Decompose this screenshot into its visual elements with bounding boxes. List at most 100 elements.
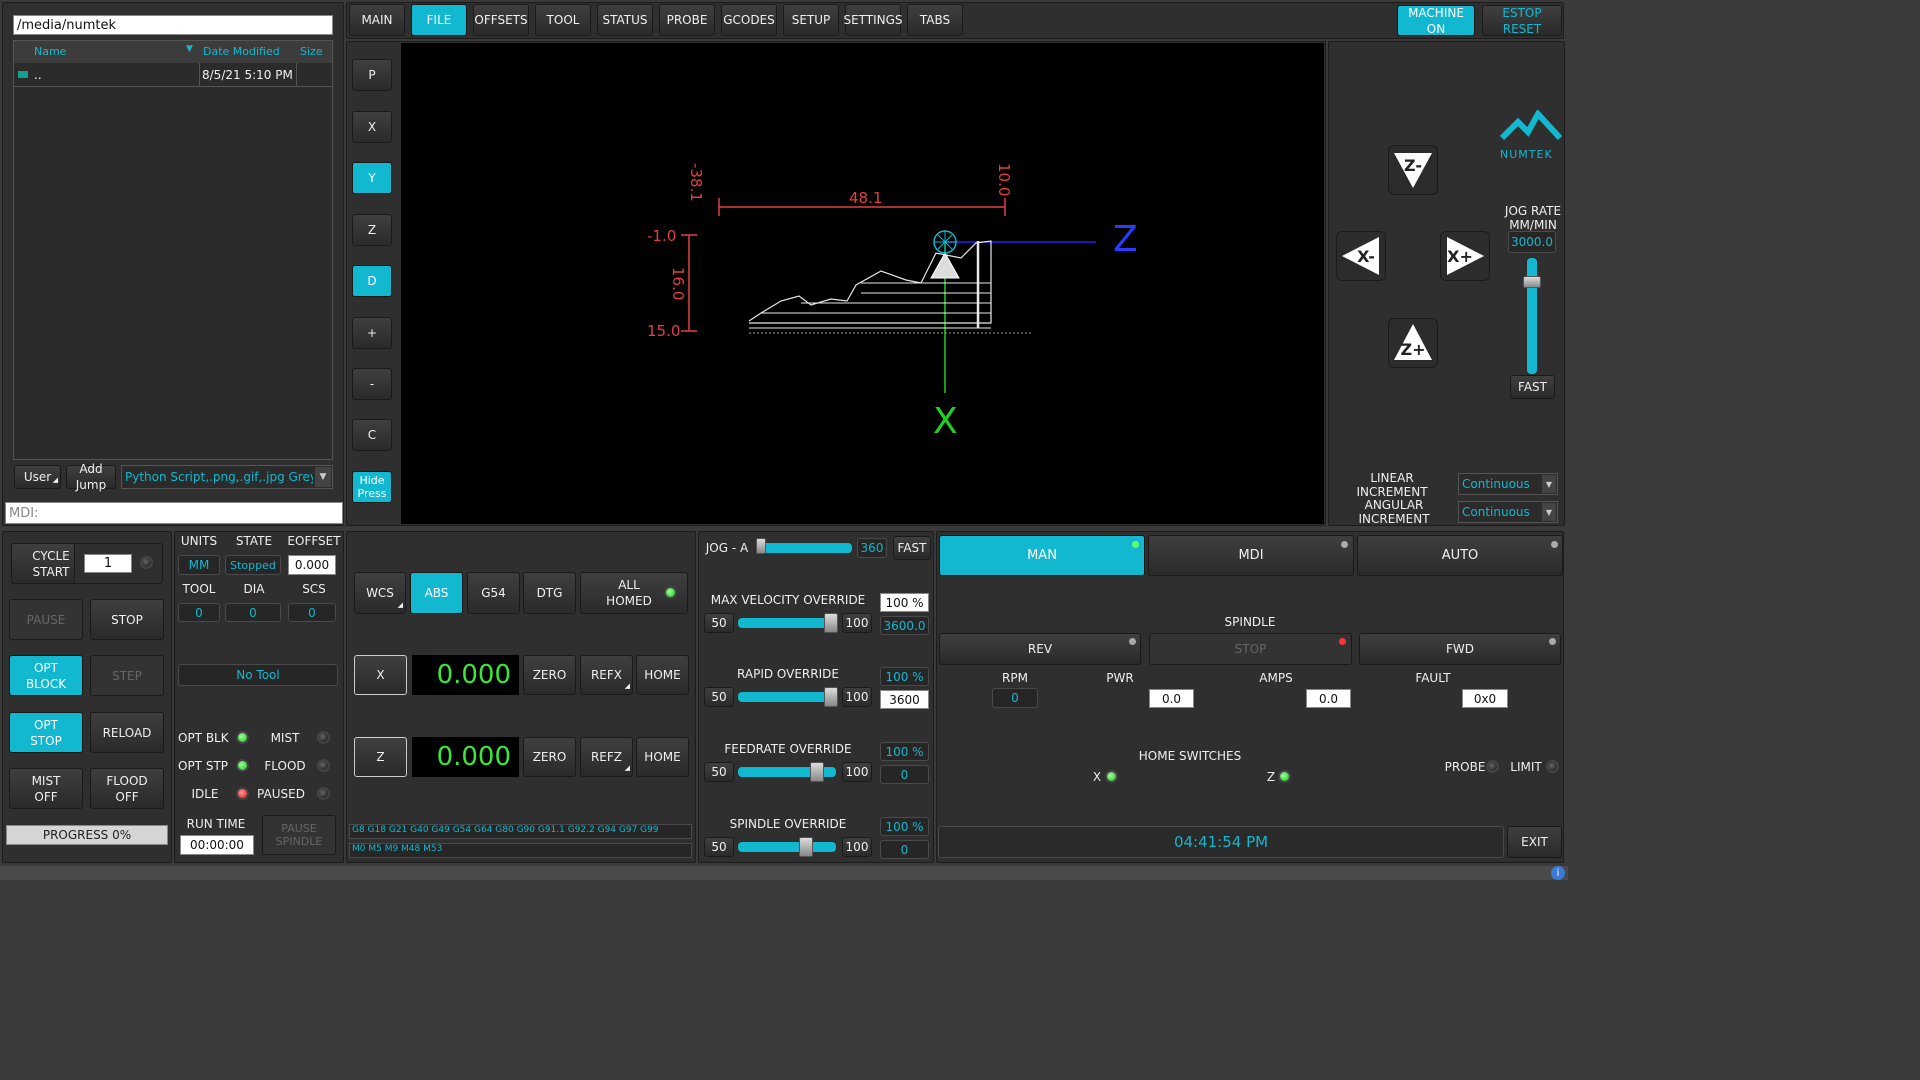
jog-z-plus-button[interactable]: Z+ <box>1388 318 1438 368</box>
column-name-header[interactable]: Name <box>34 45 66 58</box>
refz-button[interactable]: REFZ ◢ <box>580 737 633 777</box>
tab-status[interactable]: STATUS <box>597 4 653 36</box>
file-list[interactable]: Name ▼ Date Modified Size .. 8/5/21 5:10… <box>13 40 333 460</box>
file-row[interactable]: .. 8/5/21 5:10 PM <box>14 65 332 87</box>
spindle-slider[interactable] <box>738 837 838 857</box>
toolpath-preview[interactable]: 48.1 -38.1 10.0 -1.0 16.0 15.0 Z X <box>401 43 1324 524</box>
feedrate-max-button[interactable]: 100 <box>842 762 872 782</box>
spindle-label: SPINDLE <box>1224 615 1276 629</box>
feedrate-slider[interactable] <box>738 762 838 782</box>
rapid-slider[interactable] <box>738 687 838 707</box>
opt-block-button[interactable]: OPT BLOCK <box>9 655 83 696</box>
tab-tool[interactable]: TOOL <box>535 4 591 36</box>
exit-button[interactable]: EXIT <box>1507 826 1562 858</box>
view-y-button[interactable]: Y <box>352 162 392 194</box>
tab-file[interactable]: FILE <box>411 4 467 36</box>
view-p-button[interactable]: P <box>352 59 392 91</box>
column-size-header[interactable]: Size <box>300 45 323 58</box>
mdi-input[interactable]: MDI: <box>5 502 343 524</box>
machine-on-button[interactable]: MACHINE ON <box>1397 5 1475 36</box>
home-x-button[interactable]: HOME <box>636 655 689 695</box>
dimension-label-top-left: -38.1 <box>687 163 705 202</box>
estop-reset-button[interactable]: ESTOP RESET <box>1482 5 1562 36</box>
rpm-value: 0 <box>992 688 1038 708</box>
clear-view-button[interactable]: C <box>352 419 392 451</box>
z-axis-button[interactable]: Z <box>354 737 407 777</box>
feedrate-handle[interactable] <box>810 762 824 782</box>
flood-off-button[interactable]: FLOOD OFF <box>90 768 164 809</box>
rapid-min-button[interactable]: 50 <box>704 687 734 707</box>
tab-settings[interactable]: SETTINGS <box>843 4 903 36</box>
view-x-button[interactable]: X <box>352 111 392 143</box>
user-button[interactable]: User ◢ <box>14 465 61 489</box>
tab-tabs[interactable]: TABS <box>907 4 963 36</box>
filter-select[interactable]: Python Script,.png,.gif,.jpg Greysca ▼ <box>121 465 333 489</box>
jog-a-handle[interactable] <box>756 538 766 554</box>
abs-button[interactable]: ABS <box>410 572 463 614</box>
pause-spindle-button[interactable]: PAUSE SPINDLE <box>262 815 336 855</box>
dtg-button[interactable]: DTG <box>523 572 576 614</box>
hide-press-button[interactable]: Hide Press <box>352 471 392 503</box>
mist-off-button[interactable]: MIST OFF <box>9 768 83 809</box>
zero-z-button[interactable]: ZERO <box>523 737 576 777</box>
rapid-max-button[interactable]: 100 <box>842 687 872 707</box>
pause-button[interactable]: PAUSE <box>9 599 83 640</box>
spindle-handle[interactable] <box>799 837 813 857</box>
jog-x-minus-button[interactable]: X- <box>1336 231 1386 281</box>
rapid-override-label: RAPID OVERRIDE <box>737 667 839 681</box>
spindle-max-button[interactable]: 100 <box>842 837 872 857</box>
angular-increment-select[interactable]: Continuous ▼ <box>1458 501 1558 523</box>
spindle-min-button[interactable]: 50 <box>704 837 734 857</box>
cycle-count-input[interactable]: 1 <box>84 554 132 573</box>
spindle-fwd-button[interactable]: FWD <box>1359 633 1561 665</box>
info-icon[interactable]: i <box>1551 866 1565 880</box>
stop-led <box>1339 638 1346 645</box>
column-date-header[interactable]: Date Modified <box>203 45 280 58</box>
chevron-down-icon[interactable]: ▼ <box>315 467 331 487</box>
jog-a-fast-button[interactable]: FAST <box>893 536 931 560</box>
wcs-button[interactable]: WCS ◢ <box>354 572 406 614</box>
zoom-in-button[interactable]: + <box>352 317 392 349</box>
view-d-button[interactable]: D <box>352 265 392 297</box>
tab-main[interactable]: MAIN <box>349 4 405 36</box>
zero-x-button[interactable]: ZERO <box>523 655 576 695</box>
tab-setup[interactable]: SETUP <box>783 4 839 36</box>
spindle-rev-button[interactable]: REV <box>939 633 1141 665</box>
jog-rate-slider[interactable] <box>1523 258 1541 374</box>
max-velocity-handle[interactable] <box>824 613 838 633</box>
man-mode-button[interactable]: MAN <box>939 535 1145 576</box>
tab-probe[interactable]: PROBE <box>659 4 715 36</box>
fault-value: 0x0 <box>1462 689 1508 708</box>
zoom-out-button[interactable]: - <box>352 368 392 400</box>
jog-rate-handle[interactable] <box>1523 276 1541 288</box>
step-button[interactable]: STEP <box>90 655 164 696</box>
tab-offsets[interactable]: OFFSETS <box>473 4 529 36</box>
max-velocity-slider[interactable] <box>738 613 838 633</box>
refx-button[interactable]: REFX ◢ <box>580 655 633 695</box>
stop-button[interactable]: STOP <box>90 599 164 640</box>
z-plus-label: Z+ <box>1400 340 1425 359</box>
feedrate-min-button[interactable]: 50 <box>704 762 734 782</box>
auto-mode-button[interactable]: AUTO <box>1357 535 1563 576</box>
home-z-button[interactable]: HOME <box>636 737 689 777</box>
add-jump-button[interactable]: Add Jump <box>66 462 116 492</box>
jog-a-slider[interactable] <box>756 538 854 557</box>
x-minus-icon: X- <box>1342 237 1379 275</box>
jog-z-minus-button[interactable]: Z- <box>1388 145 1438 195</box>
spindle-stop-button[interactable]: STOP <box>1149 633 1352 665</box>
tab-gcodes[interactable]: GCODES <box>721 4 777 36</box>
x-axis-button[interactable]: X <box>354 655 407 695</box>
max-velocity-max-button[interactable]: 100 <box>842 613 872 633</box>
linear-increment-select[interactable]: Continuous ▼ <box>1458 473 1558 495</box>
jog-fast-button[interactable]: FAST <box>1510 375 1555 399</box>
rapid-handle[interactable] <box>824 687 838 707</box>
opt-stop-button[interactable]: OPT STOP <box>9 712 83 753</box>
max-velocity-min-button[interactable]: 50 <box>704 613 734 633</box>
reload-button[interactable]: RELOAD <box>90 712 164 753</box>
g54-button[interactable]: G54 <box>467 572 520 614</box>
view-z-button[interactable]: Z <box>352 214 392 246</box>
cycle-start-button[interactable]: CYCLE START <box>11 543 75 584</box>
jog-x-plus-button[interactable]: X+ <box>1440 231 1490 281</box>
mdi-mode-button[interactable]: MDI <box>1148 535 1354 576</box>
path-field[interactable]: /media/numtek <box>13 15 333 35</box>
